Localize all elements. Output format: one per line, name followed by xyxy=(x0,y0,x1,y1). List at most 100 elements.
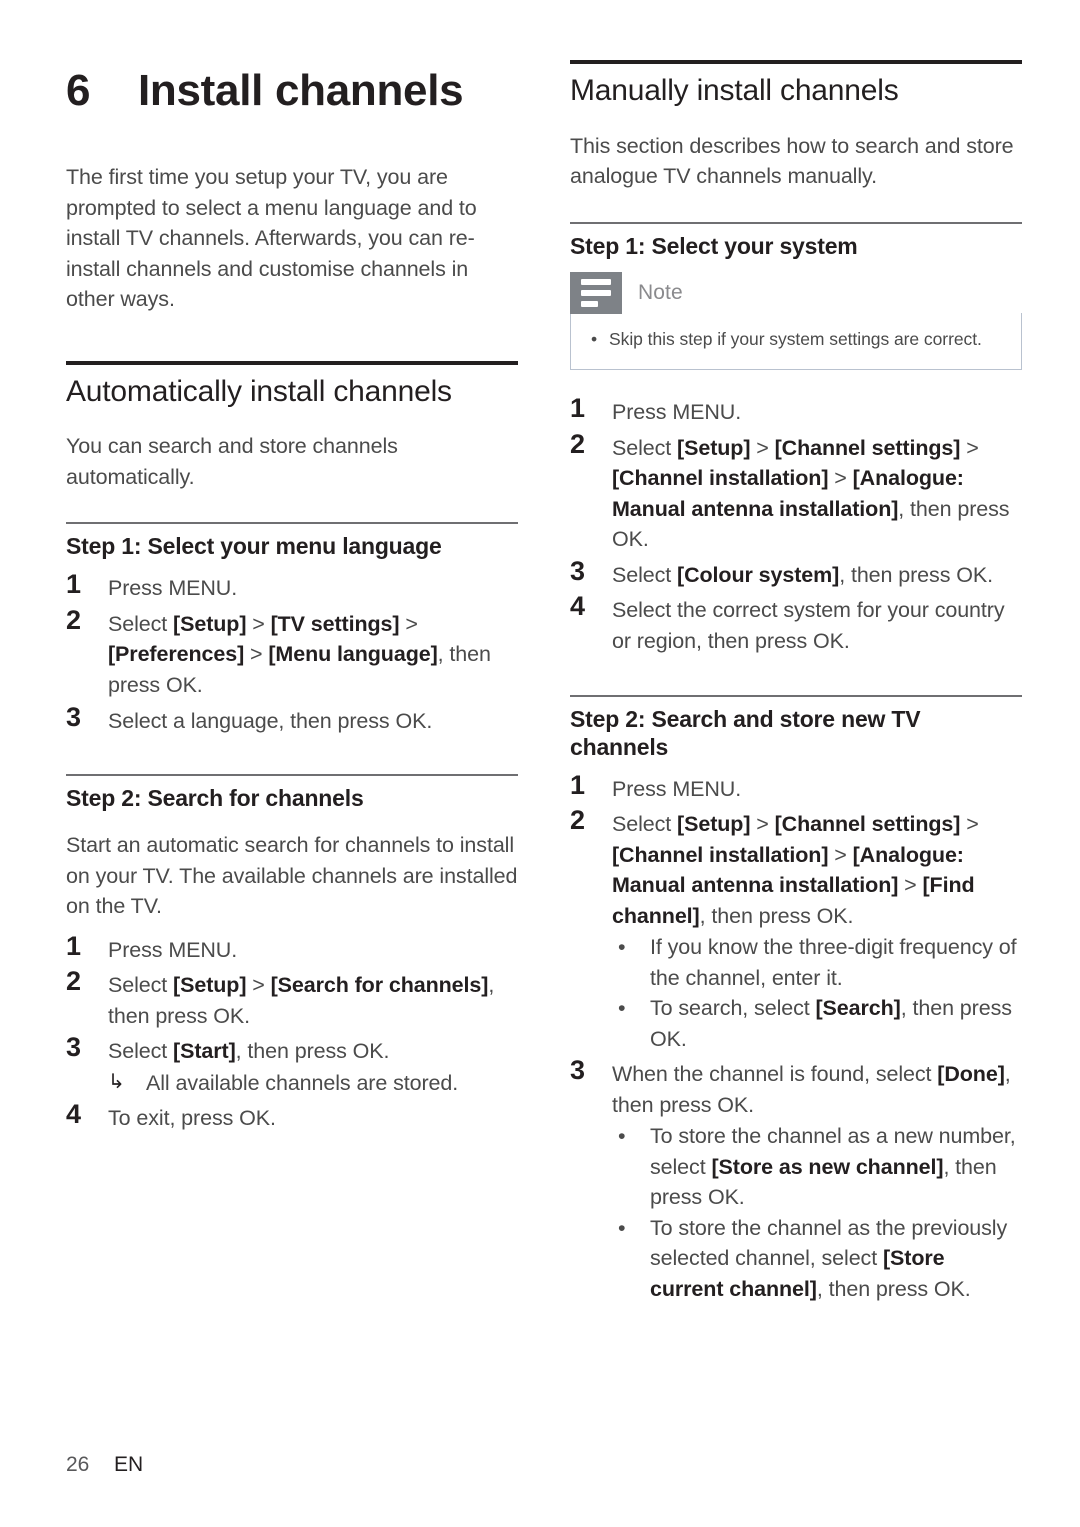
list-item: 2 Select [Setup] > [TV settings] > [Pref… xyxy=(66,604,518,701)
step-number: 1 xyxy=(570,393,585,424)
step-text: Select [Setup] > [TV settings] > [Prefer… xyxy=(108,611,491,697)
result-arrow-icon: ↳ xyxy=(108,1070,125,1093)
bullet-icon: • xyxy=(618,996,626,1021)
step-text: To exit, press OK. xyxy=(108,1106,276,1131)
bullet-icon: • xyxy=(618,935,626,960)
step-rule-thin xyxy=(66,522,518,525)
list-item: • If you know the three-digit frequency … xyxy=(612,932,1022,993)
step-text-line: When the channel is found, select [Done]… xyxy=(612,1062,1011,1117)
section-rule-thick xyxy=(570,60,1022,64)
list-item: 1 Press MENU. xyxy=(66,930,518,966)
list-item: 2 Select [Setup] > [Channel settings] > … xyxy=(570,805,1022,1054)
step-heading-search-store-new-tv-channels: Step 2: Search and store new TV channels xyxy=(570,705,921,760)
section-title-manually-install: Manually install channels xyxy=(570,74,899,107)
step-heading-search-for-channels: Step 2: Search for channels xyxy=(66,785,364,812)
step-number: 3 xyxy=(570,555,585,586)
list-item: 3 Select [Start], then press OK. ↳ All a… xyxy=(66,1032,518,1098)
chapter-name: Install channels xyxy=(138,66,464,115)
list-item: 1 Press MENU. xyxy=(570,394,1022,428)
note-bullet-text: Skip this step if your system settings a… xyxy=(609,328,982,349)
step-number: 3 xyxy=(66,1032,81,1063)
list-item: 1 Press MENU. xyxy=(570,769,1022,805)
bullet-icon: • xyxy=(618,1215,626,1240)
step-list-search-store-new-tv-channels: 1 Press MENU. 2 Select [Setup] > [Channe… xyxy=(570,769,1022,1305)
step-text: When the channel is found, select [Done]… xyxy=(612,1056,1022,1304)
chapter-number: 6 xyxy=(66,66,91,115)
step-result: ↳ All available channels are stored. xyxy=(108,1068,518,1099)
step-text: Select [Start], then press OK. ↳ All ava… xyxy=(108,1033,518,1098)
step-number: 2 xyxy=(66,604,81,635)
right-column: Manually install channels This section d… xyxy=(570,0,1022,1304)
step-text-line: Select [Setup] > [Channel settings] > [C… xyxy=(612,812,979,928)
step-text: Select [Setup] > [Search for channels], … xyxy=(108,973,495,1028)
result-text: All available channels are stored. xyxy=(146,1070,459,1095)
page-language: EN xyxy=(114,1453,144,1476)
step-rule-thin xyxy=(570,694,1022,697)
section-intro-automatically-install: You can search and store channels automa… xyxy=(66,434,398,489)
list-item: 3 Select a language, then press OK. xyxy=(66,701,518,737)
list-item: 3 Select [Colour system], then press OK. xyxy=(570,555,1022,591)
list-item: 2 Select [Setup] > [Search for channels]… xyxy=(66,966,518,1031)
step-number: 1 xyxy=(570,769,585,800)
list-item: 1 Press MENU. xyxy=(66,570,518,604)
note-header: Note xyxy=(570,271,1022,314)
step-list-select-your-system: 1 Press MENU. 2 Select [Setup] > [Channe… xyxy=(570,394,1022,656)
step-text: Press MENU. xyxy=(612,776,742,801)
step-text: Press MENU. xyxy=(108,576,238,601)
step-number: 2 xyxy=(66,966,81,997)
list-item: 4 To exit, press OK. xyxy=(66,1100,518,1134)
step-text: Select [Colour system], then press OK. xyxy=(612,562,993,587)
step-number: 1 xyxy=(66,930,81,961)
section-rule-thick xyxy=(66,360,518,365)
sub-bullet-text: To store the channel as a new number, se… xyxy=(650,1124,1016,1210)
bullet-icon: • xyxy=(591,328,598,349)
note-icon xyxy=(570,271,622,314)
note-bullet-list: • Skip this step if your system settings… xyxy=(581,327,1011,352)
step-number: 3 xyxy=(66,701,81,732)
note-title: Note xyxy=(638,280,683,304)
list-item: 4 Select the correct system for your cou… xyxy=(570,592,1022,656)
section-intro-manually-install: This section describes how to search and… xyxy=(570,133,1014,189)
step-text: Press MENU. xyxy=(612,400,742,425)
chapter-intro: The first time you setup your TV, you ar… xyxy=(66,165,477,312)
chapter-title: 6 Install channels xyxy=(66,0,518,116)
note-callout: Note • Skip this step if your system set… xyxy=(570,271,1022,371)
step-number: 1 xyxy=(66,569,81,600)
step-list-select-menu-language: 1 Press MENU. 2 Select [Setup] > [TV set… xyxy=(66,570,518,736)
step-text: Press MENU. xyxy=(108,937,238,962)
step-text: Select a language, then press OK. xyxy=(108,708,433,733)
list-item: 3 When the channel is found, select [Don… xyxy=(570,1055,1022,1304)
step-number: 4 xyxy=(66,1099,81,1130)
step-text: Select [Setup] > [Channel settings] > [C… xyxy=(612,806,1022,1054)
document-page: 6 Install channels The first time you se… xyxy=(0,0,1080,1527)
sub-bullet-text: If you know the three-digit frequency of… xyxy=(650,935,1017,990)
step-number: 2 xyxy=(570,428,585,459)
step-number: 4 xyxy=(570,591,585,622)
step-heading-select-your-system: Step 1: Select your system xyxy=(570,232,858,259)
sub-bullet-text: To search, select [Search], then press O… xyxy=(650,996,1012,1051)
list-item: • Skip this step if your system settings… xyxy=(581,327,1011,352)
step-intro-search-for-channels: Start an automatic search for channels t… xyxy=(66,833,518,919)
step-list-search-for-channels: 1 Press MENU. 2 Select [Setup] > [Search… xyxy=(66,930,518,1134)
page-number: 26 xyxy=(66,1453,90,1476)
step-number: 3 xyxy=(570,1055,585,1086)
list-item: • To store the channel as the previously… xyxy=(612,1213,1022,1305)
sub-bullet-text: To store the channel as the previously s… xyxy=(650,1215,1008,1301)
page-footer: 26 EN xyxy=(66,1453,143,1477)
step-heading-select-menu-language: Step 1: Select your menu language xyxy=(66,533,442,560)
step-number: 2 xyxy=(570,805,585,836)
sub-bullet-list: • To store the channel as a new number, … xyxy=(612,1121,1022,1304)
step-text: Select [Setup] > [Channel settings] > [C… xyxy=(612,435,1010,552)
list-item: • To search, select [Search], then press… xyxy=(612,993,1022,1054)
step-rule-thin xyxy=(66,774,518,777)
step-text: Select the correct system for your count… xyxy=(612,598,1005,653)
section-title-automatically-install: Automatically install channels xyxy=(66,374,452,408)
step-rule-thin xyxy=(570,221,1022,224)
list-item: 2 Select [Setup] > [Channel settings] > … xyxy=(570,428,1022,555)
list-item: • To store the channel as a new number, … xyxy=(612,1121,1022,1213)
note-body: • Skip this step if your system settings… xyxy=(570,312,1022,371)
left-column: 6 Install channels The first time you se… xyxy=(66,0,518,1134)
step-text-line: Select [Start], then press OK. xyxy=(108,1039,390,1064)
bullet-icon: • xyxy=(618,1124,626,1149)
sub-bullet-list: • If you know the three-digit frequency … xyxy=(612,932,1022,1054)
